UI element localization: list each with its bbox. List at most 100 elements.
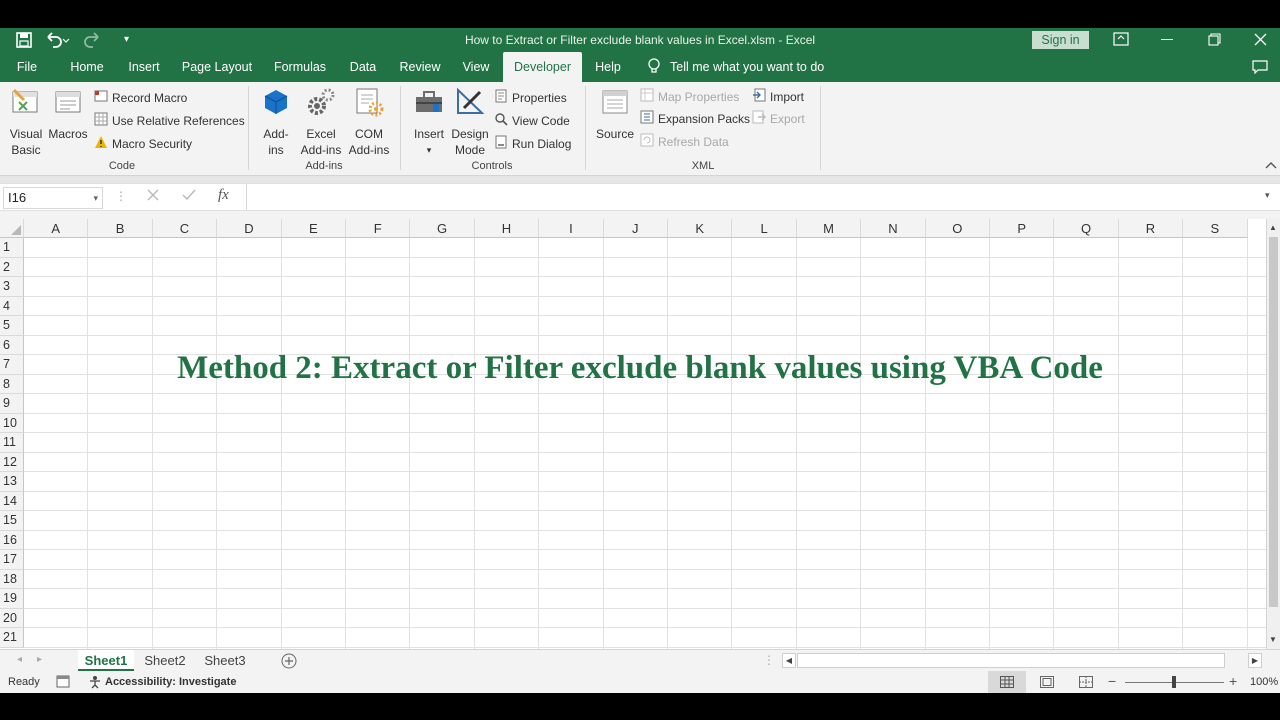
- row-header[interactable]: 9: [0, 394, 24, 414]
- page-layout-view-button[interactable]: [1040, 676, 1054, 691]
- tab-home[interactable]: Home: [62, 52, 112, 82]
- column-header[interactable]: O: [925, 219, 990, 238]
- zoom-in-button[interactable]: +: [1229, 673, 1237, 689]
- add-ins-button[interactable]: Add- ins: [258, 86, 294, 158]
- scroll-left-icon[interactable]: ◀: [782, 653, 796, 668]
- sheet-tab-sheet1[interactable]: Sheet1: [78, 650, 134, 671]
- com-add-ins-button[interactable]: COM Add-ins: [346, 86, 392, 158]
- use-relative-references-button[interactable]: Use Relative References: [94, 111, 245, 131]
- column-header[interactable]: K: [668, 219, 733, 238]
- tab-insert[interactable]: Insert: [122, 52, 166, 82]
- row-header[interactable]: 13: [0, 472, 24, 492]
- run-dialog-button[interactable]: Run Dialog: [494, 134, 571, 154]
- row-header[interactable]: 14: [0, 491, 24, 511]
- scroll-thumb[interactable]: [1269, 237, 1278, 607]
- column-header[interactable]: L: [732, 219, 797, 238]
- accessibility-status[interactable]: Accessibility: Investigate: [105, 676, 236, 688]
- sign-in-button[interactable]: Sign in: [1032, 31, 1089, 49]
- row-header[interactable]: 20: [0, 608, 24, 628]
- tab-view[interactable]: View: [456, 52, 496, 82]
- restore-icon[interactable]: [1208, 33, 1221, 49]
- undo-icon[interactable]: [44, 31, 70, 49]
- accessibility-icon[interactable]: [88, 675, 102, 692]
- column-header[interactable]: M: [796, 219, 862, 238]
- row-header[interactable]: 5: [0, 316, 24, 336]
- next-sheet-icon[interactable]: ▸: [37, 654, 42, 665]
- row-header[interactable]: 2: [0, 257, 24, 277]
- visual-basic-button[interactable]: Visual Basic: [6, 86, 46, 158]
- macros-button[interactable]: Macros: [48, 86, 88, 142]
- normal-view-button[interactable]: [988, 671, 1026, 693]
- comments-icon[interactable]: [1252, 60, 1268, 77]
- collapse-ribbon-icon[interactable]: [1265, 160, 1277, 172]
- column-header[interactable]: I: [539, 219, 604, 238]
- expand-formula-bar-icon[interactable]: ▾: [1265, 190, 1270, 201]
- expansion-packs-button[interactable]: Expansion Packs: [640, 109, 750, 129]
- save-icon[interactable]: [16, 32, 32, 48]
- macro-recording-icon[interactable]: [56, 675, 70, 691]
- column-header[interactable]: B: [88, 219, 153, 238]
- column-header[interactable]: A: [24, 219, 89, 238]
- row-header[interactable]: 21: [0, 628, 24, 648]
- design-mode-button[interactable]: Design Mode: [450, 86, 490, 158]
- row-header[interactable]: 1: [0, 238, 24, 258]
- column-header[interactable]: Q: [1054, 219, 1119, 238]
- horizontal-scrollbar[interactable]: [797, 653, 1225, 668]
- hscroll-splitter-icon[interactable]: ⋮: [763, 653, 775, 667]
- tab-data[interactable]: Data: [342, 52, 384, 82]
- export-button[interactable]: Export: [752, 109, 805, 129]
- source-button[interactable]: Source: [594, 86, 636, 142]
- column-header[interactable]: R: [1118, 219, 1184, 238]
- column-header[interactable]: F: [346, 219, 411, 238]
- column-header[interactable]: P: [990, 219, 1055, 238]
- prev-sheet-icon[interactable]: ◂: [17, 654, 22, 665]
- scroll-down-icon[interactable]: ▼: [1269, 635, 1277, 644]
- row-header[interactable]: 4: [0, 296, 24, 316]
- tab-review[interactable]: Review: [394, 52, 446, 82]
- worksheet-grid[interactable]: ABCDEFGHIJKLMNOPQRS 1 2 3 4 5 6 7 8 9 10 11 12 13 14 1…: [0, 219, 1266, 649]
- sheet-tab-sheet3[interactable]: Sheet3: [197, 650, 253, 671]
- column-header[interactable]: S: [1183, 219, 1248, 238]
- zoom-level[interactable]: 100%: [1250, 676, 1278, 688]
- ribbon-display-options-icon[interactable]: [1113, 32, 1129, 49]
- scroll-up-icon[interactable]: ▲: [1269, 223, 1277, 232]
- row-header[interactable]: 18: [0, 569, 24, 589]
- tab-page-layout[interactable]: Page Layout: [178, 52, 256, 82]
- column-header[interactable]: J: [603, 219, 668, 238]
- page-break-view-button[interactable]: [1079, 676, 1093, 691]
- chevron-down-icon[interactable]: ▾: [93, 188, 98, 208]
- name-box[interactable]: I16 ▾: [3, 187, 103, 209]
- close-icon[interactable]: [1254, 33, 1267, 49]
- zoom-slider-thumb[interactable]: [1172, 676, 1176, 688]
- row-header[interactable]: 11: [0, 433, 24, 453]
- sheet-tab-sheet2[interactable]: Sheet2: [137, 650, 193, 671]
- record-macro-button[interactable]: Record Macro: [94, 88, 187, 108]
- tell-me-box[interactable]: Tell me what you want to do: [670, 52, 830, 82]
- tab-formulas[interactable]: Formulas: [268, 52, 332, 82]
- excel-add-ins-button[interactable]: Excel Add-ins: [298, 86, 344, 158]
- column-header[interactable]: D: [217, 219, 282, 238]
- insert-control-button[interactable]: Insert ▾: [410, 86, 448, 158]
- row-header[interactable]: 19: [0, 589, 24, 609]
- tab-help[interactable]: Help: [590, 52, 626, 82]
- insert-function-icon[interactable]: fx: [218, 187, 229, 204]
- properties-button[interactable]: Properties: [494, 88, 567, 108]
- scroll-right-icon[interactable]: ▶: [1248, 653, 1262, 668]
- new-sheet-icon[interactable]: [281, 653, 297, 672]
- redo-icon[interactable]: [82, 31, 108, 49]
- select-all-corner[interactable]: [0, 219, 24, 238]
- tab-file[interactable]: File: [8, 52, 46, 82]
- macro-security-button[interactable]: Macro Security: [94, 134, 192, 154]
- cancel-icon[interactable]: [146, 188, 160, 205]
- view-code-button[interactable]: View Code: [494, 111, 570, 131]
- row-header[interactable]: 12: [0, 452, 24, 472]
- row-header[interactable]: 10: [0, 413, 24, 433]
- row-header[interactable]: 16: [0, 530, 24, 550]
- map-properties-button[interactable]: Map Properties: [640, 87, 739, 107]
- row-header[interactable]: 17: [0, 550, 24, 570]
- more-options-icon[interactable]: ⋮: [115, 189, 127, 203]
- zoom-out-button[interactable]: −: [1108, 673, 1116, 689]
- enter-icon[interactable]: [181, 188, 197, 205]
- customize-qat-icon[interactable]: ▾: [124, 34, 129, 45]
- row-header[interactable]: 15: [0, 511, 24, 531]
